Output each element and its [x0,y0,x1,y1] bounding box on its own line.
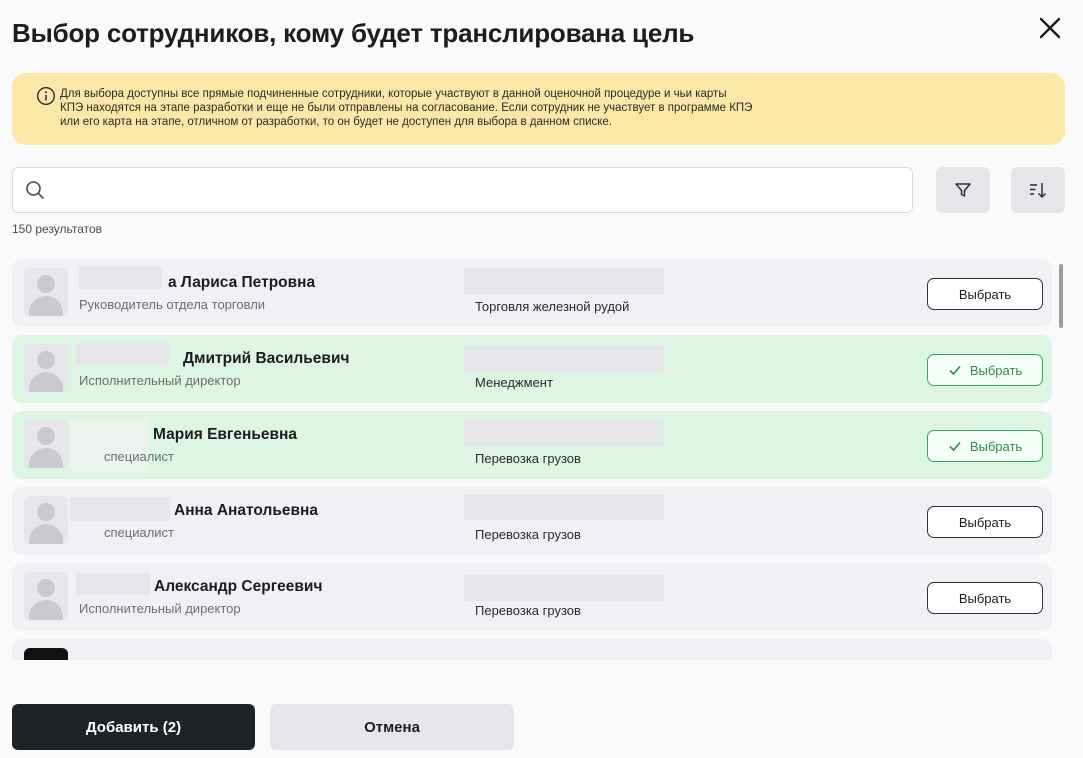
avatar-placeholder-icon [24,420,68,468]
select-button-label: Выбрать [958,590,1012,606]
search-icon [26,181,44,199]
employee-row [12,639,1052,660]
redacted-block [464,346,664,372]
sort-icon [1030,183,1047,199]
avatar-placeholder-icon [24,496,68,544]
employee-row: Александр Сергеевич Исполнительный дирек… [12,563,1052,631]
search-input[interactable] [55,168,912,212]
redacted-block [464,268,664,294]
notice-line: Для выбора доступны все прямые подчиненн… [60,88,727,100]
notice-line: КПЭ находятся на этапе разработки и еще … [60,102,753,114]
select-button-label: Выбрать [958,286,1012,302]
employee-department: Перевозка грузов [475,451,581,466]
employee-name: Анна Анатольевна [174,502,318,519]
employee-department: Перевозка грузов [475,527,581,542]
employee-list: а Лариса Петровна Руководитель отдела то… [12,259,1054,660]
avatar-placeholder-icon [24,344,68,392]
redacted-block [464,494,664,520]
employee-role: Исполнительный директор [79,373,241,388]
employee-role: специалист [104,449,175,464]
employee-department: Менеджмент [475,375,553,390]
avatar-placeholder-icon [24,268,68,316]
select-button[interactable]: Выбрать [927,506,1043,538]
search-box[interactable] [12,167,913,213]
select-button[interactable]: Выбрать [927,430,1043,462]
redacted-block [70,497,170,521]
check-icon [949,365,961,376]
employee-row: Мария Евгеньевна специалист Перевозка гр… [12,411,1052,479]
employee-row: Анна Анатольевна специалист Перевозка гр… [12,487,1052,555]
cancel-button[interactable]: Отмена [270,704,514,750]
employee-row: а Лариса Петровна Руководитель отдела то… [12,259,1052,327]
filter-icon [955,183,971,197]
employee-role: Исполнительный директор [79,601,241,616]
list-scrollbar[interactable] [1059,264,1063,328]
redacted-block [76,573,150,595]
close-icon [1039,17,1061,39]
employee-name: а Лариса Петровна [168,274,316,291]
dialog-title: Выбор сотрудников, кому будет транслиров… [12,18,695,48]
notice-line: или его карта на этапе, отличном от разр… [60,116,613,128]
redacted-block [464,420,664,446]
select-button[interactable]: Выбрать [927,354,1043,386]
employee-name: Дмитрий Васильевич [183,350,350,367]
employee-name: Александр Сергеевич [154,578,323,595]
redacted-block [76,343,169,365]
info-notice: Для выбора доступны все прямые подчиненн… [12,73,1065,145]
select-button-label: Выбрать [969,438,1023,454]
employee-role: специалист [104,525,175,540]
employee-row: Дмитрий Васильевич Исполнительный директ… [12,335,1052,403]
check-icon [949,441,961,452]
filter-button[interactable] [936,167,990,213]
redacted-block [79,267,162,289]
select-button-label: Выбрать [969,362,1023,378]
employee-name: Мария Евгеньевна [153,426,298,443]
employee-department: Торговля железной рудой [475,299,630,314]
employee-role: Руководитель отдела торговли [79,297,266,312]
results-count: 150 результатов [12,222,103,236]
avatar-placeholder-icon [24,572,68,620]
select-button[interactable]: Выбрать [927,582,1043,614]
select-button[interactable]: Выбрать [927,278,1043,310]
sort-button[interactable] [1011,167,1065,213]
close-button[interactable] [1034,12,1066,44]
add-button[interactable]: Добавить (2) [12,704,255,750]
select-button-label: Выбрать [958,514,1012,530]
employee-department: Перевозка грузов [475,603,581,618]
redacted-block [464,575,664,601]
avatar-photo [24,648,68,660]
info-icon [36,86,56,106]
